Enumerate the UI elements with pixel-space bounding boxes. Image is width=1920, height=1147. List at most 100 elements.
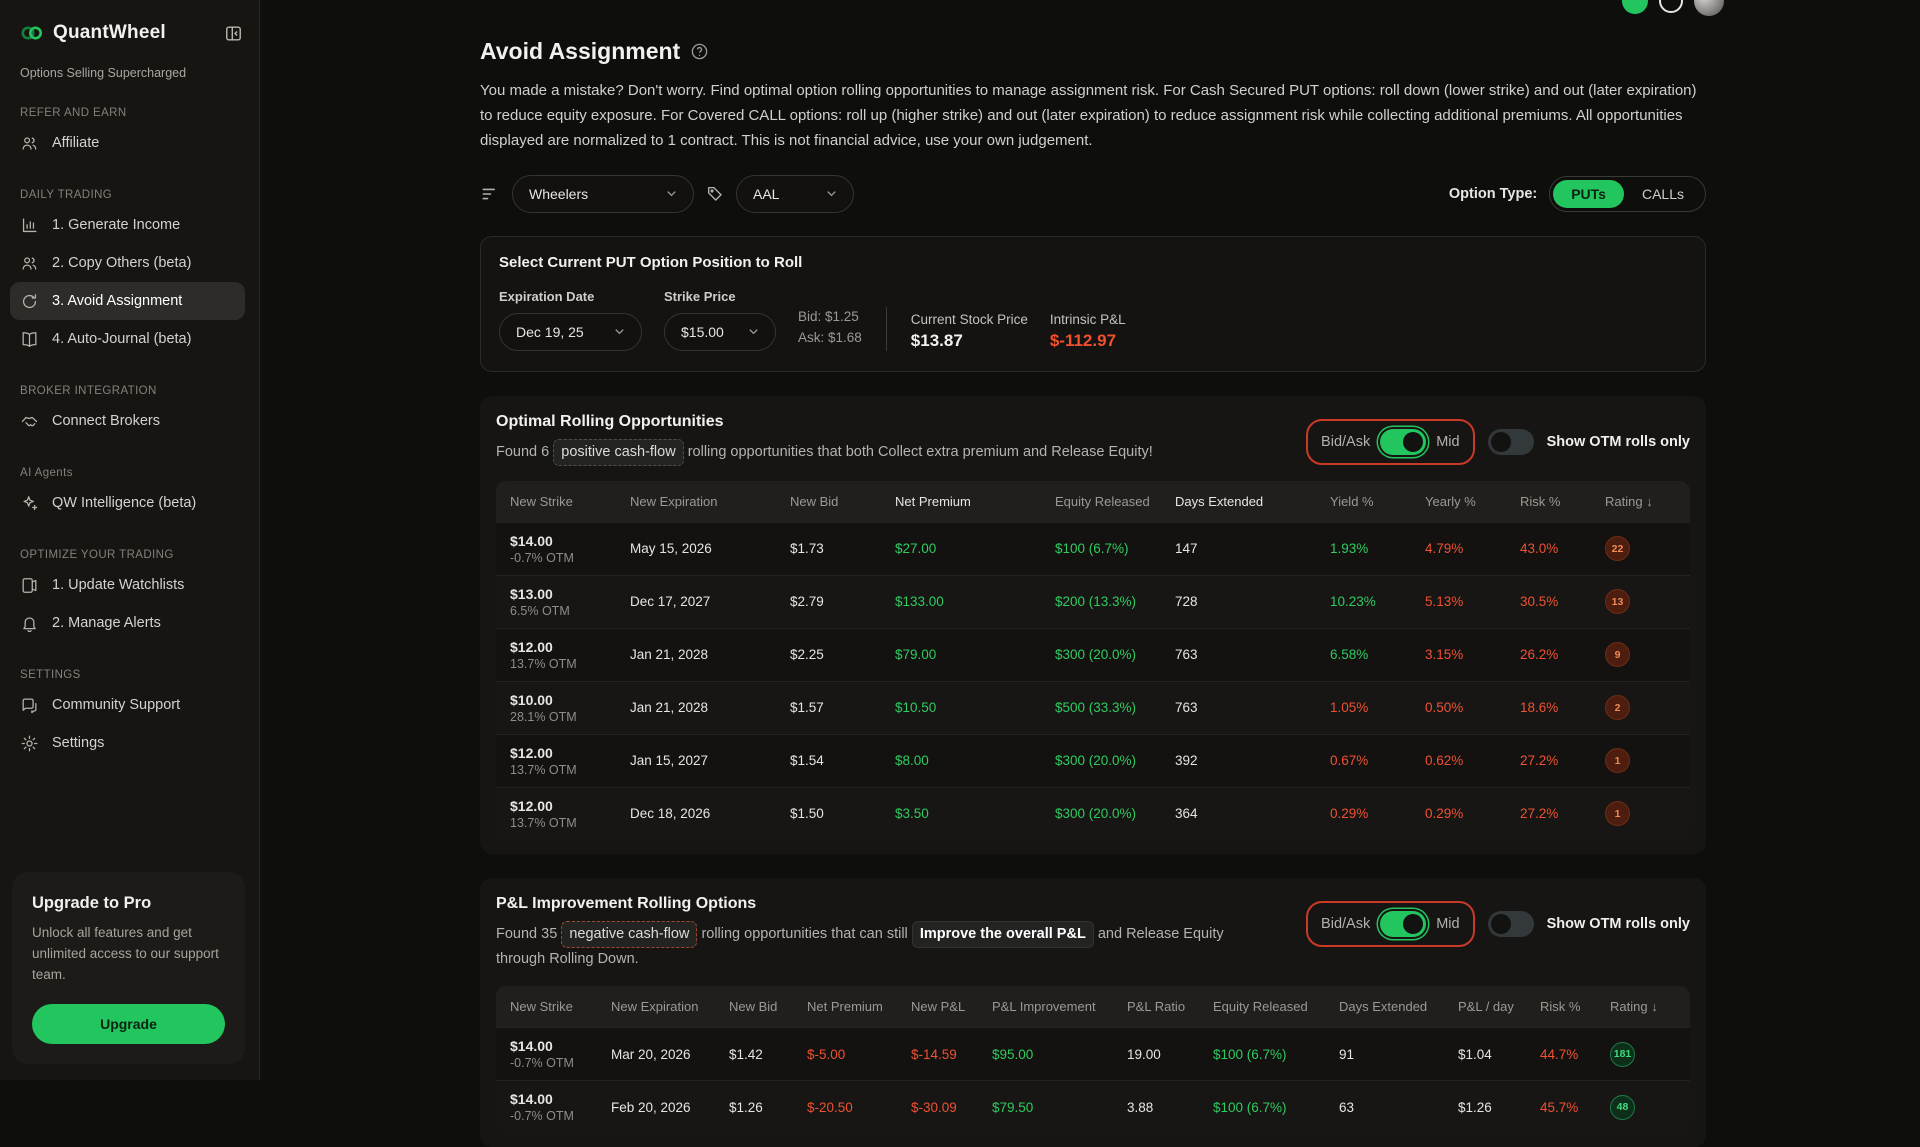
sidebar-nav: REFER AND EARNAffiliateDAILY TRADING1. G… (20, 107, 245, 762)
table-row[interactable]: $10.0028.1% OTMJan 21, 2028$1.57$10.50$5… (496, 681, 1690, 734)
cell-value: $14.00 (510, 533, 630, 549)
column-header[interactable]: P&L / day (1458, 999, 1540, 1014)
users-icon (20, 254, 39, 273)
sidebar-item-qw-intelligence-beta[interactable]: QW Intelligence (beta) (10, 484, 245, 522)
table-row[interactable]: $14.00-0.7% OTMFeb 20, 2026$1.26$-20.50$… (496, 1080, 1690, 1133)
cashflow-chip: negative cash-flow (561, 921, 697, 948)
cell-value: 1.93% (1330, 541, 1425, 556)
table-cell: $300 (20.0%) (1055, 753, 1175, 768)
mid-label: Mid (1436, 916, 1459, 932)
bidask-mid-toggle[interactable] (1380, 429, 1426, 455)
help-icon[interactable] (690, 42, 709, 61)
option-type-calls[interactable]: CALLs (1624, 180, 1702, 208)
column-header[interactable]: Risk % (1520, 494, 1605, 509)
column-header[interactable]: Equity Released (1213, 999, 1339, 1014)
column-header[interactable]: New Bid (729, 999, 807, 1014)
cell-subvalue: -0.7% OTM (510, 551, 630, 565)
cell-value: Jan 15, 2027 (630, 753, 790, 768)
sidebar-item-affiliate[interactable]: Affiliate (10, 124, 245, 162)
section-subtitle: Found 35 negative cash-flow rolling oppo… (496, 921, 1266, 971)
bidask-mid-toggle[interactable] (1380, 911, 1426, 937)
sidebar-item-1-update-watchlists[interactable]: 1. Update Watchlists (10, 566, 245, 604)
cell-value: $200 (13.3%) (1055, 594, 1175, 609)
column-header[interactable]: New Bid (790, 494, 895, 509)
table-row[interactable]: $12.0013.7% OTMJan 21, 2028$2.25$79.00$3… (496, 628, 1690, 681)
table-cell: $95.00 (992, 1047, 1127, 1062)
bidask-toggle-group: Bid/Ask Mid (1306, 901, 1475, 947)
cell-value: $1.54 (790, 753, 895, 768)
table-row[interactable]: $12.0013.7% OTMJan 15, 2027$1.54$8.00$30… (496, 734, 1690, 787)
table-cell: 6.58% (1330, 647, 1425, 662)
refresh-icon (20, 292, 39, 311)
upgrade-button[interactable]: Upgrade (32, 1004, 225, 1044)
table-cell: $200 (13.3%) (1055, 594, 1175, 609)
cell-value: 392 (1175, 753, 1330, 768)
strategy-select[interactable]: Wheelers (512, 175, 694, 213)
column-header[interactable]: New Expiration (630, 494, 790, 509)
sidebar-section-label: SETTINGS (20, 669, 245, 681)
column-header[interactable]: Yield % (1330, 494, 1425, 509)
sidebar-item-1-generate-income[interactable]: 1. Generate Income (10, 206, 245, 244)
show-otm-toggle[interactable] (1488, 911, 1534, 937)
chevron-down-icon (746, 324, 761, 339)
cell-value: $500 (33.3%) (1055, 700, 1175, 715)
sidebar-item-3-avoid-assignment[interactable]: 3. Avoid Assignment (10, 282, 245, 320)
ticker-select[interactable]: AAL (736, 175, 854, 213)
expiration-select[interactable]: Dec 19, 25 (499, 313, 642, 351)
table-cell: $300 (20.0%) (1055, 647, 1175, 662)
column-header[interactable]: Risk % (1540, 999, 1610, 1014)
sparkles-icon (20, 494, 39, 513)
sidebar-item-community-support[interactable]: Community Support (10, 686, 245, 724)
cell-value: 728 (1175, 594, 1330, 609)
table-row[interactable]: $12.0013.7% OTMDec 18, 2026$1.50$3.50$30… (496, 787, 1690, 840)
table-cell: 5.13% (1425, 594, 1520, 609)
cell-value: $-5.00 (807, 1047, 911, 1062)
column-header[interactable]: P&L Ratio (1127, 999, 1213, 1014)
column-header[interactable]: New P&L (911, 999, 992, 1014)
mid-label: Mid (1436, 434, 1459, 450)
sidebar-collapse-icon[interactable] (224, 24, 243, 43)
sidebar-item-label: 1. Update Watchlists (52, 577, 184, 593)
table-cell: $-30.09 (911, 1100, 992, 1115)
chevron-down-icon (612, 324, 627, 339)
rating-badge: 22 (1605, 536, 1630, 561)
column-header[interactable]: Days Extended (1339, 999, 1458, 1014)
column-header[interactable]: New Strike (510, 494, 630, 509)
table-cell: 18.6% (1520, 700, 1605, 715)
table-row[interactable]: $13.006.5% OTMDec 17, 2027$2.79$133.00$2… (496, 575, 1690, 628)
column-header[interactable]: New Strike (510, 999, 611, 1014)
column-header[interactable]: New Expiration (611, 999, 729, 1014)
column-header[interactable]: Net Premium (807, 999, 911, 1014)
sidebar-item-connect-brokers[interactable]: Connect Brokers (10, 402, 245, 440)
option-type-puts[interactable]: PUTs (1553, 180, 1624, 208)
show-otm-toggle[interactable] (1488, 429, 1534, 455)
cell-value: 147 (1175, 541, 1330, 556)
bell-icon (20, 614, 39, 633)
cell-value: 44.7% (1540, 1047, 1610, 1062)
table-row[interactable]: $14.00-0.7% OTMMay 15, 2026$1.73$27.00$1… (496, 522, 1690, 575)
sidebar-item-4-auto-journal-beta[interactable]: 4. Auto-Journal (beta) (10, 320, 245, 358)
bid-value: Bid: $1.25 (798, 307, 862, 328)
column-header[interactable]: Days Extended (1175, 494, 1330, 509)
toggle-knob (1403, 432, 1423, 452)
column-header[interactable]: Rating ↓ (1610, 999, 1690, 1014)
column-header[interactable]: P&L Improvement (992, 999, 1127, 1014)
quantwheel-logo-icon (20, 23, 44, 43)
table-cell: Dec 17, 2027 (630, 594, 790, 609)
column-header[interactable]: Rating ↓ (1605, 494, 1690, 509)
cell-value: 0.29% (1425, 806, 1520, 821)
sidebar-item-2-manage-alerts[interactable]: 2. Manage Alerts (10, 604, 245, 642)
column-header[interactable]: Yearly % (1425, 494, 1520, 509)
table-row[interactable]: $14.00-0.7% OTMMar 20, 2026$1.42$-5.00$-… (496, 1027, 1690, 1080)
cell-value: 763 (1175, 700, 1330, 715)
sidebar-item-2-copy-others-beta[interactable]: 2. Copy Others (beta) (10, 244, 245, 282)
strike-select[interactable]: $15.00 (664, 313, 776, 351)
column-header[interactable]: Net Premium (895, 494, 1055, 509)
table-cell: May 15, 2026 (630, 541, 790, 556)
table-cell: $1.26 (1458, 1100, 1540, 1115)
column-header[interactable]: Equity Released (1055, 494, 1175, 509)
filter-icon[interactable] (480, 184, 500, 204)
bidask-label: Bid/Ask (1321, 916, 1370, 932)
sidebar-item-settings[interactable]: Settings (10, 724, 245, 762)
cell-value: $-20.50 (807, 1100, 911, 1115)
